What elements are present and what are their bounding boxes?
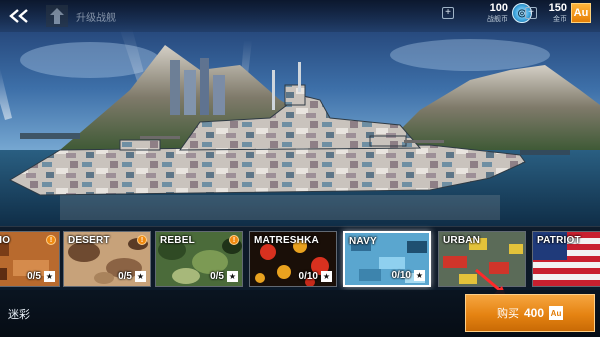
camo-card-patriot[interactable]: PATRIOT	[532, 231, 600, 287]
gold-value: 150	[548, 2, 567, 14]
camo-name: MATRESHKA	[254, 235, 319, 246]
gold-amount: 150 金币	[541, 3, 567, 23]
add-gold-button[interactable]: +	[525, 7, 537, 19]
camo-count: 0/5	[210, 271, 224, 282]
star-icon: ★	[227, 271, 238, 282]
add-credits-button[interactable]: +	[442, 7, 454, 19]
camo-card-cchio[interactable]: CCHIO ! 0/5 ★	[0, 231, 60, 287]
camo-section-label: 迷彩	[8, 308, 30, 321]
camo-count: 0/5	[118, 271, 132, 282]
arrow-up-icon	[46, 5, 68, 27]
camo-card-desert[interactable]: DESERT ! 0/5 ★	[63, 231, 151, 287]
gold-label: 金币	[553, 15, 567, 23]
top-bar: 升级战舰 + 100 战舰币 ◎ + 150 金币 Au	[0, 0, 600, 32]
camo-count: 0/10	[391, 270, 411, 281]
notification-badge: !	[137, 235, 147, 245]
camo-name: NAVY	[349, 236, 377, 247]
credits-balance: + 100 战舰币 ◎	[442, 3, 532, 23]
camo-name: REBEL	[160, 235, 195, 246]
gold-au-icon: Au	[549, 306, 564, 320]
camo-count: 0/10	[298, 271, 318, 282]
gold-balance: + 150 金币 Au	[525, 3, 591, 23]
star-icon: ★	[321, 271, 332, 282]
camo-count: 0/5	[27, 271, 41, 282]
camo-name: CCHIO	[0, 235, 11, 246]
credits-label: 战舰币	[487, 15, 508, 23]
gold-au-icon: Au	[571, 3, 591, 23]
star-icon: ★	[44, 271, 55, 282]
camo-card-matreshka[interactable]: MATRESHKA 0/10 ★	[249, 231, 337, 287]
notification-badge: !	[229, 235, 239, 245]
camo-name: PATRIOT	[537, 235, 581, 246]
credits-amount: 100 战舰币	[458, 3, 508, 23]
credits-value: 100	[489, 2, 508, 14]
double-chevron-left-icon	[9, 9, 28, 23]
camo-name: DESERT	[68, 235, 110, 246]
upgrade-ship-label: 升级战舰	[76, 12, 116, 24]
camo-name: URBAN	[443, 235, 481, 246]
star-icon: ★	[135, 271, 146, 282]
buy-button[interactable]: 购买 400 Au	[465, 294, 595, 332]
back-button[interactable]	[6, 6, 32, 26]
star-icon: ★	[414, 270, 425, 281]
camo-card-navy[interactable]: NAVY 0/10 ★	[343, 231, 431, 287]
camo-card-rebel[interactable]: REBEL ! 0/5 ★	[155, 231, 243, 287]
buy-price: 400	[523, 306, 545, 320]
notification-badge: !	[46, 235, 56, 245]
bottom-bar: 迷彩 购买 400 Au	[0, 290, 600, 337]
buy-label: 购买	[496, 307, 519, 320]
upgrade-ship-button[interactable]: 升级战舰	[46, 5, 116, 27]
